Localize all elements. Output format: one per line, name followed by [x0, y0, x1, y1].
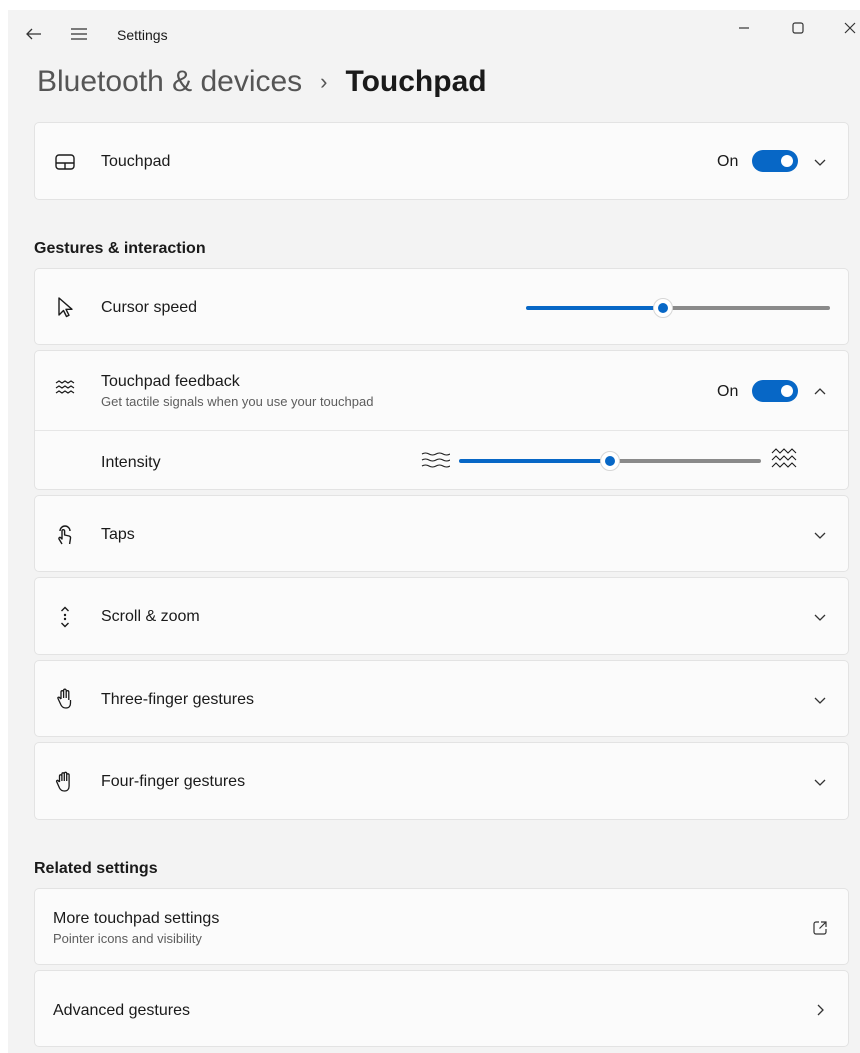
- cursor-speed-label: Cursor speed: [101, 299, 198, 316]
- chevron-down-icon[interactable]: [811, 526, 829, 544]
- cursor-speed-slider[interactable]: [526, 298, 830, 318]
- more-touchpad-settings-link[interactable]: More touchpad settings Pointer icons and…: [34, 888, 849, 965]
- minimize-icon[interactable]: [734, 18, 754, 38]
- breadcrumb-separator: ›: [320, 69, 328, 94]
- chevron-down-icon[interactable]: [811, 773, 829, 791]
- advanced-gestures-link[interactable]: Advanced gestures: [34, 970, 849, 1047]
- back-arrow-icon[interactable]: [24, 24, 44, 44]
- touchpad-label: Touchpad: [101, 153, 171, 170]
- intensity-slider[interactable]: [459, 451, 761, 471]
- breadcrumb: Bluetooth & devices › Touchpad: [37, 62, 487, 102]
- feedback-state-text: On: [717, 383, 739, 400]
- touchpad-feedback-description: Get tactile signals when you use your to…: [101, 394, 374, 409]
- chevron-right-icon: [811, 1001, 829, 1019]
- three-finger-icon: [53, 687, 77, 711]
- intensity-thumb[interactable]: [600, 451, 620, 471]
- breadcrumb-parent[interactable]: Bluetooth & devices: [37, 65, 302, 99]
- related-section-title: Related settings: [34, 860, 158, 877]
- touchpad-icon: [53, 150, 77, 174]
- hamburger-menu-icon[interactable]: [68, 24, 90, 44]
- feedback-toggle[interactable]: [752, 380, 798, 402]
- touchpad-card[interactable]: Touchpad On: [34, 122, 849, 200]
- chevron-up-icon[interactable]: [811, 383, 829, 401]
- haptic-waves-icon: [53, 377, 77, 401]
- cursor-speed-thumb[interactable]: [653, 298, 673, 318]
- touchpad-feedback-card: Touchpad feedback Get tactile signals wh…: [34, 350, 849, 490]
- more-touchpad-settings-description: Pointer icons and visibility: [53, 931, 202, 946]
- feedback-divider: [35, 430, 848, 431]
- external-link-icon: [811, 919, 829, 937]
- low-intensity-icon: [420, 447, 450, 473]
- more-touchpad-settings-label: More touchpad settings: [53, 910, 220, 927]
- taps-card[interactable]: Taps: [34, 495, 849, 572]
- settings-window: Settings Bluetooth & devices › Touchpad …: [8, 10, 860, 1053]
- cursor-icon: [53, 295, 77, 319]
- chevron-down-icon[interactable]: [811, 691, 829, 709]
- high-intensity-icon: [770, 445, 800, 473]
- app-title: Settings: [117, 27, 168, 43]
- scroll-icon: [53, 605, 77, 629]
- cursor-speed-card: Cursor speed: [34, 268, 849, 345]
- gestures-section-title: Gestures & interaction: [34, 240, 206, 257]
- scroll-zoom-card[interactable]: Scroll & zoom: [34, 577, 849, 655]
- close-icon[interactable]: [840, 18, 860, 38]
- touchpad-state-text: On: [717, 153, 739, 170]
- four-finger-icon: [53, 770, 77, 794]
- expander-label: Scroll & zoom: [101, 608, 200, 625]
- chevron-down-icon[interactable]: [811, 608, 829, 626]
- touchpad-toggle[interactable]: [752, 150, 798, 172]
- expander-label: Four-finger gestures: [101, 773, 246, 790]
- chevron-down-icon[interactable]: [811, 153, 829, 171]
- tap-icon: [53, 523, 77, 547]
- intensity-label: Intensity: [101, 454, 161, 471]
- four-finger-card[interactable]: Four-finger gestures: [34, 742, 849, 820]
- touchpad-feedback-label: Touchpad feedback: [101, 373, 240, 390]
- page-title: Touchpad: [345, 65, 487, 98]
- advanced-gestures-label: Advanced gestures: [53, 1002, 190, 1019]
- three-finger-card[interactable]: Three-finger gestures: [34, 660, 849, 737]
- maximize-icon[interactable]: [788, 18, 808, 38]
- expander-label: Three-finger gestures: [101, 691, 254, 708]
- title-bar: Settings: [8, 10, 860, 60]
- expander-label: Taps: [101, 526, 135, 543]
